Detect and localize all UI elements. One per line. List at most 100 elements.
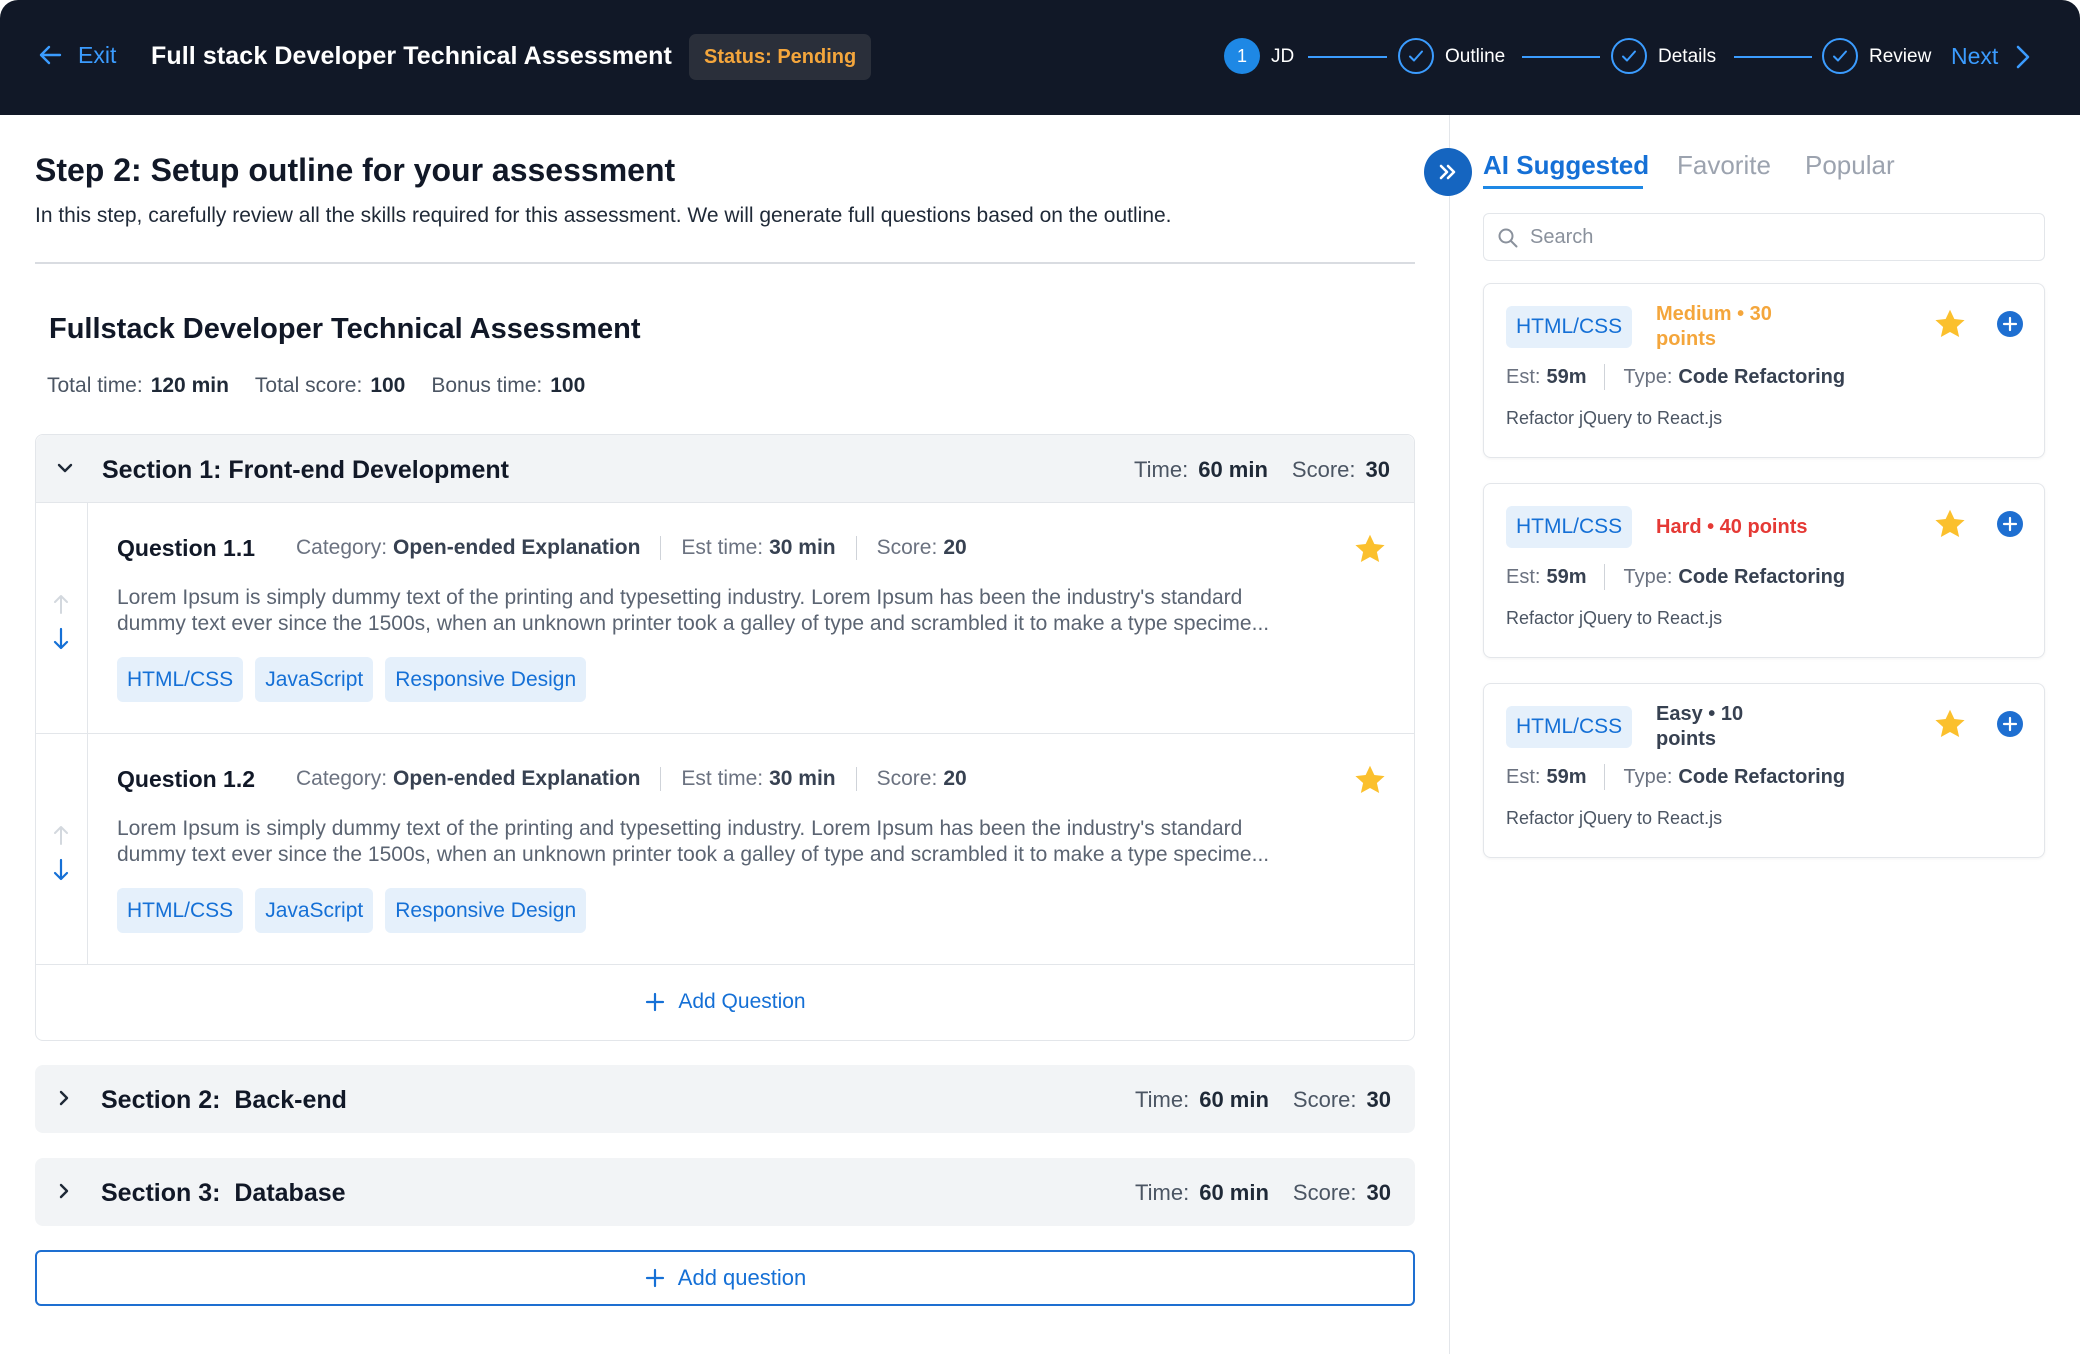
search-icon <box>1498 228 1518 248</box>
difficulty-label: Easy • 10 points <box>1656 703 1744 750</box>
top-bar: Exit Full stack Developer Technical Asse… <box>0 0 2080 115</box>
page-title: Step 2: Setup outline for your assessmen… <box>35 152 676 188</box>
step-details-indicator[interactable] <box>1611 38 1647 74</box>
star-icon[interactable] <box>1352 762 1388 798</box>
next-button[interactable]: Next <box>1951 43 2034 70</box>
section-header[interactable]: Section 3: Database Time: 60 min Score: 30 <box>35 1158 1415 1226</box>
difficulty-label: Hard • 40 points <box>1656 516 1808 538</box>
search-input[interactable] <box>1530 214 2030 260</box>
suggestion-card[interactable]: HTML/CSS Easy • 10 points Est: 59m Type: C… <box>1483 683 2045 858</box>
star-icon[interactable] <box>1932 506 1968 542</box>
tag-list: HTML/CSS JavaScript Responsive Design <box>117 657 587 702</box>
check-icon <box>1409 50 1423 62</box>
section-card: Section 1: Front-end Development Time: 60… <box>35 434 1415 1041</box>
arrow-down-icon[interactable] <box>52 858 70 882</box>
suggestion-meta: Est: 59m Type: Code Refactoring <box>1506 764 1845 790</box>
section-meta: Time: 60 min Score: 30 <box>1135 1087 1391 1112</box>
reorder-gutter <box>36 734 88 964</box>
section-meta: Time: 60 min Score: 30 <box>1135 1180 1391 1205</box>
star-icon[interactable] <box>1932 306 1968 342</box>
tab-ai-suggested[interactable]: AI Suggested <box>1483 150 1649 181</box>
difficulty-label: Medium • 30 points <box>1656 303 1772 350</box>
question-meta: Category: Open-ended Explanation Est time… <box>296 767 967 791</box>
search-box <box>1483 213 2045 261</box>
exit-button[interactable]: Exit <box>36 41 116 69</box>
assessment-title: Fullstack Developer Technical Assessment <box>49 313 641 345</box>
status-badge: Status: Pending <box>689 34 872 80</box>
arrow-up-icon <box>54 595 68 614</box>
double-chevron-right-icon <box>1439 164 1456 180</box>
section-card: Section 2: Back-end Time: 60 min Score: 30 <box>35 1065 1415 1134</box>
page-description: In this step, carefully review all the s… <box>35 204 1172 227</box>
star-icon[interactable] <box>1932 706 1968 742</box>
step-outline-label: Outline <box>1445 46 1506 67</box>
section-header[interactable]: Section 1: Front-end Development Time: 60… <box>36 435 1414 503</box>
section-card: Section 3: Database Time: 60 min Score: 30 <box>35 1158 1415 1227</box>
tab-favorite[interactable]: Favorite <box>1677 150 1771 181</box>
assessment-totals: Total time: 120 min Total score: 100 Bonus… <box>47 374 585 398</box>
active-tab-indicator <box>1483 186 1643 189</box>
collapse-panel-button[interactable] <box>1424 148 1472 196</box>
assessment-name: Full stack Developer Technical Assessmen… <box>151 42 672 70</box>
add-question-button-label: Add question <box>677 1265 807 1290</box>
total-time: Total time: 120 min <box>47 374 229 397</box>
plus-icon <box>646 992 665 1012</box>
arrow-down-icon[interactable] <box>52 627 70 651</box>
suggestion-meta: Est: 59m Type: Code Refactoring <box>1506 364 1845 390</box>
question-description: Lorem Ipsum is simply dummy text of the … <box>117 586 1270 635</box>
exit-label: Exit <box>78 41 117 68</box>
tab-popular[interactable]: Popular <box>1805 150 1895 181</box>
check-icon <box>1622 50 1636 62</box>
add-circle-icon[interactable] <box>1996 310 2024 338</box>
bonus-time: Bonus time: 100 <box>431 374 586 397</box>
divider <box>35 262 1415 264</box>
chevron-down-icon[interactable] <box>54 457 76 479</box>
add-question-link[interactable]: Add Question <box>36 965 1414 1039</box>
step-details-label: Details <box>1658 46 1717 67</box>
step-jd-indicator[interactable]: 1 <box>1224 38 1260 74</box>
suggestion-description: Refactor jQuery to React.js <box>1506 808 1723 828</box>
chevron-right-icon <box>2016 45 2030 68</box>
section-title: Section 1: Front-end Development <box>102 456 509 484</box>
add-question-button[interactable]: Add question <box>35 1250 1415 1306</box>
arrow-up-icon <box>54 826 68 845</box>
step-review-indicator[interactable] <box>1822 38 1858 74</box>
question-row: Question 1.2 Category: Open-ended Explana… <box>36 734 1414 965</box>
skill-tag: Responsive Design <box>385 888 587 933</box>
suggestion-card[interactable]: HTML/CSS Medium • 30 points Est: 59m Type… <box>1483 283 2045 458</box>
skill-tag: HTML/CSS <box>1506 706 1633 748</box>
section-title: Section 2: Back-end <box>101 1086 347 1114</box>
check-icon <box>1833 50 1847 62</box>
total-score: Total score: 100 <box>254 374 406 397</box>
step-jd-label: JD <box>1271 46 1295 67</box>
step-review-label: Review <box>1869 46 1932 67</box>
panel-divider <box>1449 115 1450 1354</box>
section-header[interactable]: Section 2: Back-end Time: 60 min Score: 30 <box>35 1065 1415 1133</box>
step-outline-indicator[interactable] <box>1398 38 1434 74</box>
question-row: Question 1.1 Category: Open-ended Explana… <box>36 503 1414 734</box>
skill-tag: HTML/CSS <box>1506 306 1633 348</box>
question-description: Lorem Ipsum is simply dummy text of the … <box>117 817 1270 866</box>
suggestion-description: Refactor jQuery to React.js <box>1506 408 1723 428</box>
tag-list: HTML/CSS JavaScript Responsive Design <box>117 888 587 933</box>
skill-tag: HTML/CSS <box>1506 506 1633 548</box>
star-icon[interactable] <box>1352 531 1388 567</box>
chevron-right-icon[interactable] <box>53 1180 75 1202</box>
plus-icon <box>645 1268 664 1288</box>
step-connector <box>1734 56 1812 58</box>
skill-tag: JavaScript <box>255 657 374 702</box>
suggestion-meta: Est: 59m Type: Code Refactoring <box>1506 564 1845 590</box>
step-connector <box>1522 56 1600 58</box>
suggestion-card[interactable]: HTML/CSS Hard • 40 points Est: 59m Type: C… <box>1483 483 2045 658</box>
question-title: Question 1.2 <box>117 766 256 792</box>
suggestion-description: Refactor jQuery to React.js <box>1506 608 1723 628</box>
skill-tag: HTML/CSS <box>117 888 244 933</box>
question-title: Question 1.1 <box>117 535 256 561</box>
skill-tag: Responsive Design <box>385 657 587 702</box>
add-circle-icon[interactable] <box>1996 710 2024 738</box>
add-question-label: Add Question <box>678 990 806 1013</box>
skill-tag: HTML/CSS <box>117 657 244 702</box>
chevron-right-icon[interactable] <box>53 1087 75 1109</box>
question-meta: Category: Open-ended Explanation Est time… <box>296 536 967 560</box>
add-circle-icon[interactable] <box>1996 510 2024 538</box>
